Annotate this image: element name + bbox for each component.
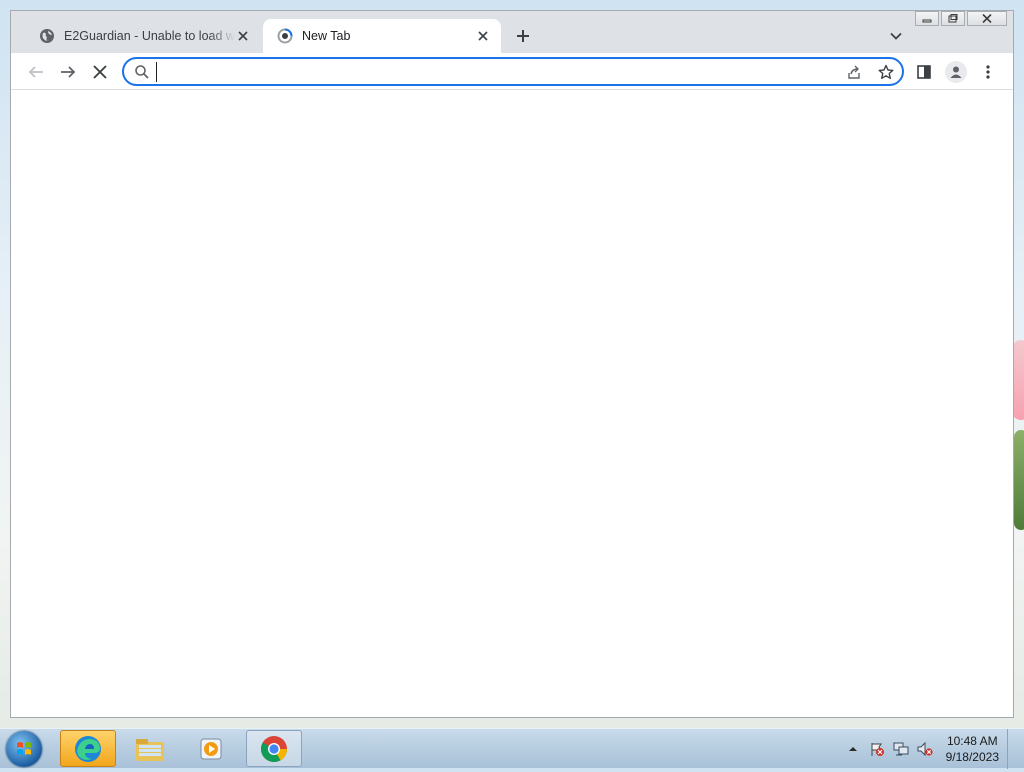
tab-close-button[interactable] xyxy=(475,28,491,44)
network-icon xyxy=(893,742,909,756)
browser-window: E2Guardian - Unable to load web New Tab xyxy=(10,10,1014,718)
clock-date: 9/18/2023 xyxy=(945,750,999,764)
plus-icon xyxy=(517,30,529,42)
taskbar: 10:48 AM 9/18/2023 xyxy=(0,728,1024,769)
volume-muted-icon xyxy=(917,741,933,757)
close-icon xyxy=(478,31,488,41)
volume-button[interactable] xyxy=(916,740,934,758)
page-content xyxy=(11,90,1013,717)
browser-toolbar xyxy=(11,53,1013,124)
side-panel-icon xyxy=(917,65,931,79)
profile-icon xyxy=(950,66,962,78)
stop-icon xyxy=(93,65,107,79)
chevron-up-icon xyxy=(848,747,857,751)
bookmark-star-icon xyxy=(878,64,894,79)
stop-loading-button[interactable] xyxy=(89,61,111,83)
system-tray: 10:48 AM 9/18/2023 xyxy=(838,729,1018,769)
clock-time: 10:48 AM xyxy=(946,734,998,748)
action-center-flag-icon xyxy=(871,743,884,756)
start-button[interactable] xyxy=(6,731,42,767)
network-button[interactable] xyxy=(892,740,910,758)
taskbar-clock[interactable]: 10:48 AM 9/18/2023 xyxy=(946,733,999,765)
forward-arrow-icon xyxy=(61,66,76,78)
globe-icon xyxy=(40,29,54,43)
edge-icon xyxy=(75,735,101,762)
desktop-wallpaper-leaf xyxy=(1014,430,1024,530)
tab-e2guardian[interactable]: E2Guardian - Unable to load web xyxy=(25,19,261,53)
bookmark-button[interactable] xyxy=(877,63,895,81)
taskbar-edge[interactable] xyxy=(60,730,116,767)
close-icon xyxy=(238,31,248,41)
show-desktop-button[interactable] xyxy=(1007,729,1018,769)
tab-close-button[interactable] xyxy=(235,28,251,44)
taskbar-media-player[interactable] xyxy=(184,730,240,767)
action-center-button[interactable] xyxy=(868,740,886,758)
chrome-icon xyxy=(260,735,288,762)
share-button[interactable] xyxy=(845,63,863,81)
chevron-down-icon xyxy=(890,32,902,40)
address-bar[interactable] xyxy=(122,57,904,86)
new-tab-button[interactable] xyxy=(511,24,535,48)
chrome-loading-icon xyxy=(277,28,293,44)
avatar xyxy=(945,61,967,83)
forward-button[interactable] xyxy=(57,61,79,83)
tab-strip: E2Guardian - Unable to load web New Tab xyxy=(11,19,1013,53)
profile-button[interactable] xyxy=(945,61,967,83)
kebab-menu-icon xyxy=(986,65,990,79)
taskbar-chrome[interactable] xyxy=(246,730,302,767)
back-arrow-icon xyxy=(28,66,43,78)
windows-logo-icon xyxy=(17,742,31,755)
address-input[interactable] xyxy=(156,61,838,82)
tab-title: New Tab xyxy=(302,29,351,43)
tab-title: E2Guardian - Unable to load web xyxy=(64,29,235,43)
file-explorer-icon xyxy=(136,738,164,761)
taskbar-file-explorer[interactable] xyxy=(122,730,178,767)
search-icon xyxy=(135,64,149,79)
side-panel-button[interactable] xyxy=(913,61,935,83)
tab-new-tab[interactable]: New Tab xyxy=(263,19,501,53)
chrome-menu-button[interactable] xyxy=(977,61,999,83)
show-hidden-icons-button[interactable] xyxy=(844,740,862,758)
back-button[interactable] xyxy=(25,61,47,83)
share-icon xyxy=(848,65,860,79)
media-player-icon xyxy=(200,738,222,759)
tab-search-button[interactable] xyxy=(887,27,905,45)
